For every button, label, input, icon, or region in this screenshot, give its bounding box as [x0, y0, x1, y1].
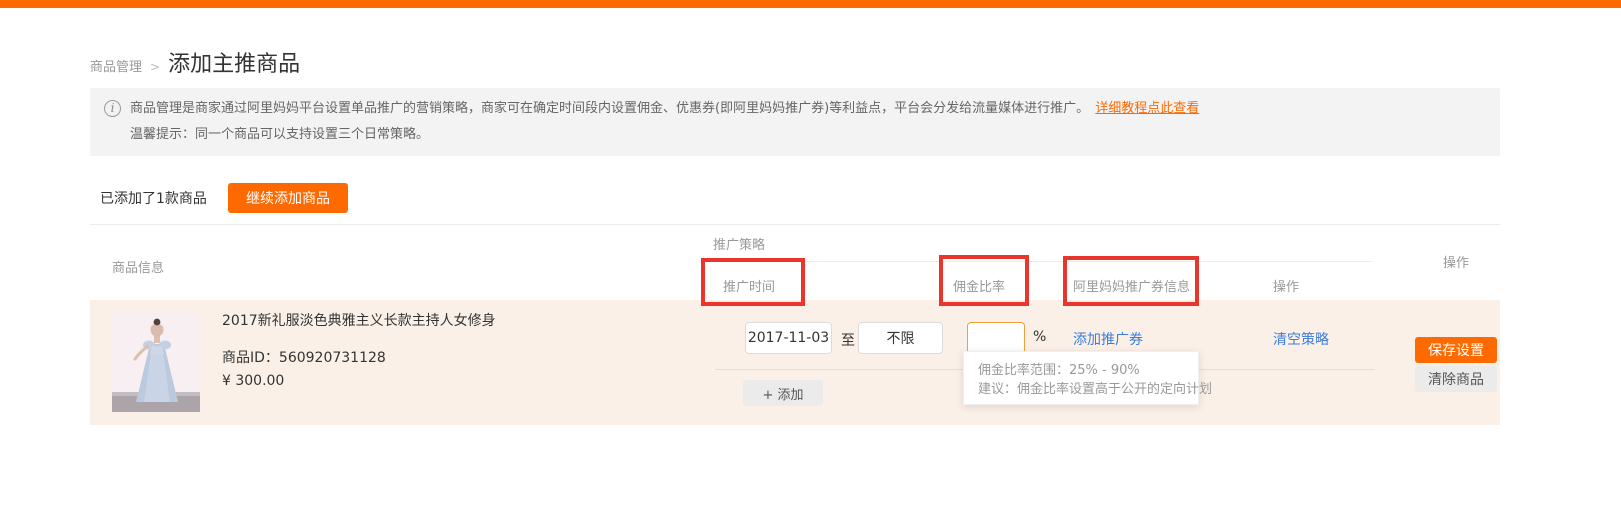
tutorial-link[interactable]: 详细教程点此查看: [1095, 101, 1199, 116]
notice-tip-text: 温馨提示：同一个商品可以支持设置三个日常策略。: [130, 125, 1199, 145]
page: 商品管理 > 添加主推商品 i 商品管理是商家通过阿里妈妈平台设置单品推广的营销…: [0, 0, 1621, 524]
commission-rate-input[interactable]: [967, 322, 1025, 354]
notice-line: 商品管理是商家通过阿里妈妈平台设置单品推广的营销策略，商家可在确定时间段内设置佣…: [130, 99, 1199, 119]
notice-text: 商品管理是商家通过阿里妈妈平台设置单品推广的营销策略，商家可在确定时间段内设置佣…: [130, 101, 1089, 116]
page-title: 添加主推商品: [168, 46, 300, 78]
product-title: 2017新礼服淡色典雅主义长款主持人女修身: [222, 310, 496, 330]
date-range-separator: 至: [841, 330, 855, 350]
promo-start-date-input[interactable]: [745, 322, 832, 354]
info-circle-icon: i: [104, 100, 121, 117]
breadcrumb-separator: >: [150, 60, 160, 74]
tooltip-suggestion-text: 建议：佣金比率设置高于公开的定向计划: [978, 380, 1184, 399]
add-strategy-button[interactable]: + 添加: [743, 380, 823, 406]
remove-product-button[interactable]: 清除商品: [1415, 366, 1497, 392]
breadcrumb: 商品管理 > 添加主推商品: [90, 46, 300, 78]
product-id: 商品ID：560920731128: [222, 347, 386, 367]
notice-box: i 商品管理是商家通过阿里妈妈平台设置单品推广的营销策略，商家可在确定时间段内设…: [90, 88, 1500, 156]
promo-end-date-input[interactable]: [858, 322, 943, 354]
product-image: [112, 312, 200, 412]
tooltip-range-text: 佣金比率范围：25% - 90%: [978, 361, 1184, 380]
percent-sign: %: [1033, 329, 1046, 345]
column-header-coupon-info: 阿里妈妈推广券信息: [1073, 276, 1190, 295]
column-header-commission-rate: 佣金比率: [953, 276, 1005, 295]
commission-rate-tooltip: 佣金比率范围：25% - 90% 建议：佣金比率设置高于公开的定向计划: [963, 351, 1199, 405]
save-settings-button[interactable]: 保存设置: [1415, 337, 1497, 363]
column-header-inner-action: 操作: [1273, 276, 1299, 295]
top-accent-bar: [0, 0, 1621, 8]
add-coupon-link[interactable]: 添加推广券: [1073, 329, 1143, 349]
continue-add-button[interactable]: 继续添加商品: [228, 183, 348, 213]
column-header-strategy-group: 推广策略: [713, 234, 765, 253]
strategy-group-divider: [710, 261, 1372, 262]
breadcrumb-parent[interactable]: 商品管理: [90, 56, 142, 75]
table-top-divider: [90, 224, 1500, 225]
column-header-promo-time: 推广时间: [723, 276, 775, 295]
column-header-product-info: 商品信息: [112, 257, 164, 276]
added-count-text: 已添加了1款商品: [100, 188, 207, 208]
product-price: ¥ 300.00: [222, 373, 284, 389]
column-header-outer-action: 操作: [1443, 252, 1469, 271]
clear-strategy-link[interactable]: 清空策略: [1273, 329, 1329, 349]
notice-content: 商品管理是商家通过阿里妈妈平台设置单品推广的营销策略，商家可在确定时间段内设置佣…: [130, 99, 1199, 145]
